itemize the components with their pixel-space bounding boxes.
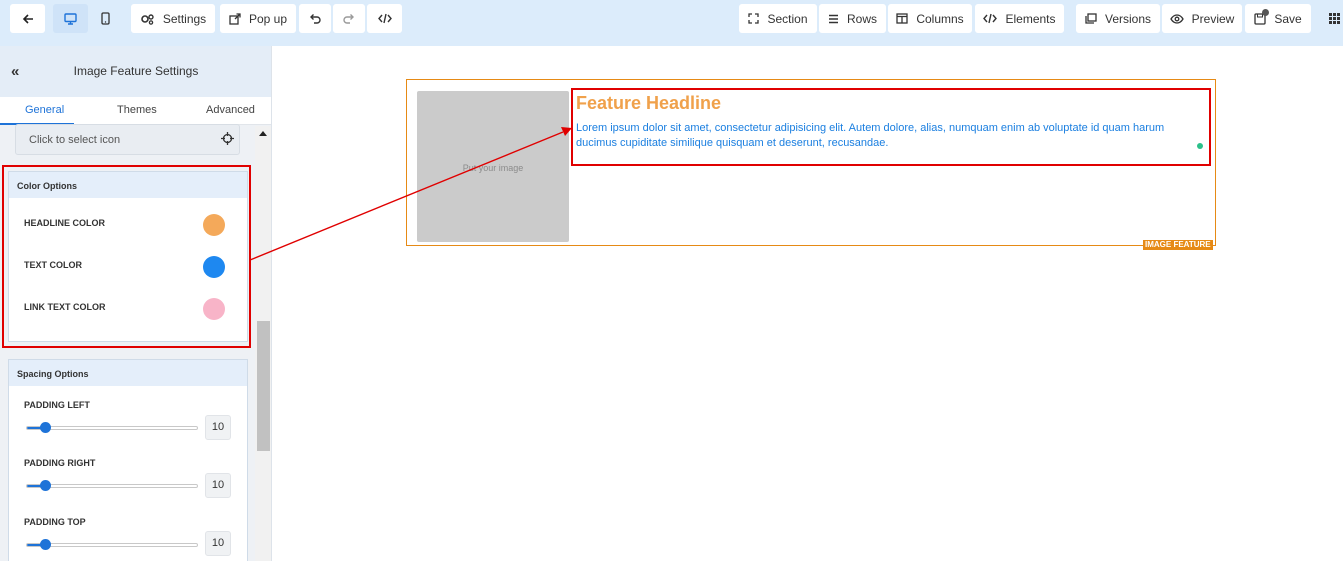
mobile-view-button[interactable]	[88, 4, 123, 33]
spacing-options-title: Spacing Options	[9, 360, 247, 386]
desktop-view-button[interactable]	[53, 4, 88, 33]
external-link-icon	[229, 12, 241, 25]
columns-button[interactable]: Columns	[888, 4, 972, 33]
apps-grid-button[interactable]	[1322, 4, 1343, 33]
collapse-sidebar-icon[interactable]: «	[11, 63, 19, 80]
top-toolbar: Settings Pop up Section Rows Columns Ele…	[0, 0, 1343, 46]
spacing-options-panel: Spacing Options PADDING LEFT 10 PADDING …	[8, 359, 248, 561]
section-button[interactable]: Section	[739, 4, 817, 33]
monitor-icon	[64, 12, 77, 25]
code-icon	[377, 13, 392, 24]
settings-label: Settings	[162, 11, 207, 26]
image-feature-badge: IMAGE FEATURE	[1143, 240, 1213, 250]
sidebar-header: Image Feature Settings «	[0, 46, 271, 97]
columns-icon	[896, 13, 908, 24]
bars-icon	[828, 14, 838, 23]
rows-button[interactable]: Rows	[819, 4, 886, 33]
code-button[interactable]	[367, 4, 402, 33]
redo-icon	[343, 13, 354, 24]
padding-top-label: PADDING TOP	[24, 517, 86, 527]
padding-left-slider-thumb[interactable]	[40, 422, 51, 433]
smartphone-icon	[101, 12, 110, 25]
unsaved-indicator	[1262, 8, 1270, 16]
padding-top-slider-thumb[interactable]	[40, 539, 51, 550]
padding-left-input[interactable]: 10	[205, 415, 231, 440]
icon-select-field[interactable]: Click to select icon	[15, 124, 240, 155]
settings-button[interactable]: Settings	[131, 4, 215, 33]
scroll-up-arrow-icon[interactable]	[259, 131, 267, 136]
elements-label: Elements	[1005, 11, 1056, 26]
padding-top-slider[interactable]	[26, 543, 198, 547]
feature-image-placeholder[interactable]: Put your image	[417, 91, 569, 242]
rows-label: Rows	[846, 11, 877, 26]
gears-icon	[141, 13, 154, 25]
crosshair-icon	[221, 132, 234, 145]
arrow-left-icon	[22, 13, 33, 24]
redo-button[interactable]	[333, 4, 365, 33]
preview-label: Preview	[1191, 11, 1235, 26]
image-placeholder-text: Put your image	[462, 163, 524, 173]
eye-icon	[1169, 13, 1184, 24]
padding-right-label: PADDING RIGHT	[24, 458, 96, 468]
versions-label: Versions	[1104, 11, 1152, 26]
padding-right-input[interactable]: 10	[205, 473, 231, 498]
preview-button[interactable]: Preview	[1162, 4, 1242, 33]
padding-top-input[interactable]: 10	[205, 531, 231, 556]
padding-left-label: PADDING LEFT	[24, 400, 90, 410]
tab-advanced[interactable]: Advanced	[206, 104, 255, 116]
save-button[interactable]: Save	[1245, 4, 1311, 33]
back-button[interactable]	[10, 4, 45, 33]
icon-select-placeholder: Click to select icon	[29, 134, 121, 146]
tab-general[interactable]: General	[25, 104, 64, 116]
color-options-highlight	[2, 165, 251, 348]
feature-text-highlight	[571, 88, 1211, 166]
versions-button[interactable]: Versions	[1076, 4, 1160, 33]
padding-right-slider-thumb[interactable]	[40, 480, 51, 491]
padding-right-slider[interactable]	[26, 484, 198, 488]
save-label: Save	[1274, 11, 1302, 26]
undo-button[interactable]	[299, 4, 331, 33]
versions-icon	[1085, 13, 1097, 24]
popup-label: Pop up	[248, 11, 288, 26]
padding-left-slider[interactable]	[26, 426, 198, 430]
tab-themes[interactable]: Themes	[117, 104, 157, 116]
elements-button[interactable]: Elements	[975, 4, 1064, 33]
sidebar-title: Image Feature Settings	[73, 64, 199, 78]
sidebar-scrollbar-thumb[interactable]	[257, 321, 270, 451]
code-icon	[983, 13, 998, 24]
undo-icon	[310, 13, 321, 24]
sidebar-tabs: General Themes Advanced	[0, 97, 271, 125]
section-label: Section	[767, 11, 808, 26]
columns-label: Columns	[916, 11, 964, 26]
grid-icon	[1328, 13, 1340, 24]
save-icon	[1254, 8, 1270, 25]
popup-button[interactable]: Pop up	[220, 4, 296, 33]
expand-icon	[748, 13, 760, 24]
